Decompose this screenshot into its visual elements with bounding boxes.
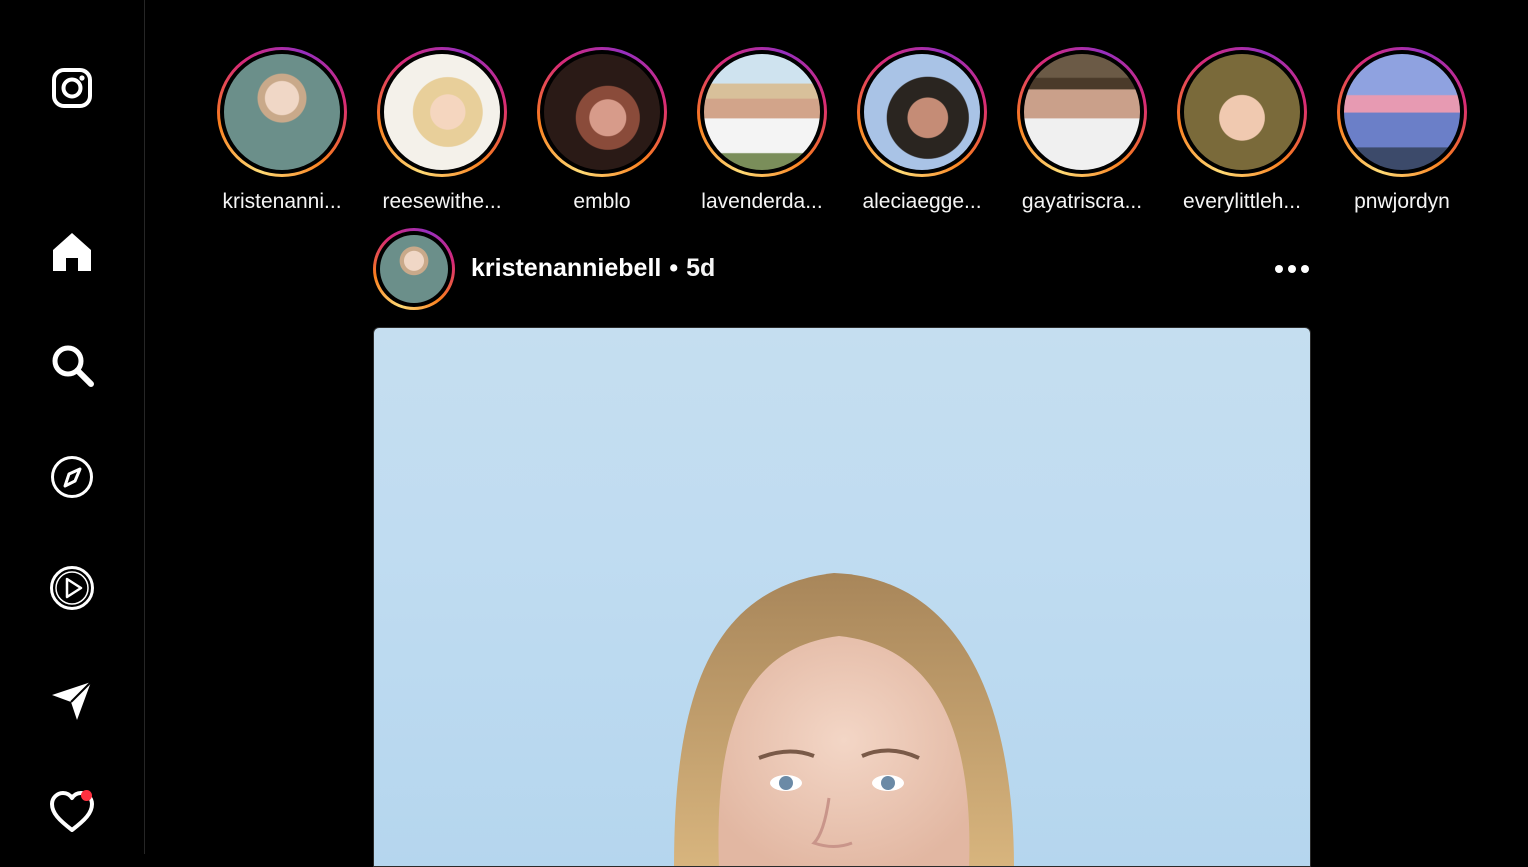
send-icon[interactable] (48, 676, 96, 724)
sidebar-nav (0, 0, 145, 854)
search-icon[interactable] (48, 341, 96, 389)
story-avatar (1024, 54, 1140, 170)
story-ring (1177, 47, 1307, 177)
story-item[interactable]: pnwjordyn (1322, 47, 1482, 222)
post-separator: • (669, 254, 679, 282)
story-item[interactable]: emblo (522, 47, 682, 222)
story-ring (857, 47, 987, 177)
story-ring (697, 47, 827, 177)
story-username: gayatriscra... (1021, 190, 1143, 213)
post-avatar[interactable] (373, 228, 455, 310)
compass-icon[interactable] (48, 453, 96, 501)
story-item[interactable]: gayatriscra... (1002, 47, 1162, 222)
post-meta: kristenanniebell • 5d (471, 254, 715, 283)
story-avatar (224, 54, 340, 170)
instagram-logo-icon[interactable] (48, 64, 96, 112)
story-username: kristenanni... (222, 190, 342, 213)
story-avatar (1184, 54, 1300, 170)
story-avatar (384, 54, 500, 170)
post-photo-illustration (674, 573, 1014, 866)
story-ring (1337, 47, 1467, 177)
story-username: lavenderda... (701, 190, 823, 213)
story-ring (217, 47, 347, 177)
story-username: emblo (573, 190, 631, 213)
story-username: reesewithe... (382, 190, 502, 213)
story-username: aleciaegge... (862, 190, 982, 213)
heart-icon[interactable] (48, 788, 96, 836)
story-avatar (1344, 54, 1460, 170)
story-item[interactable]: kristenanni... (202, 47, 362, 222)
story-avatar (704, 54, 820, 170)
home-icon[interactable] (48, 228, 96, 276)
story-ring (537, 47, 667, 177)
stories-tray: kristenanni... reesewithe... emblo laven… (216, 47, 1476, 222)
notification-badge (81, 790, 92, 801)
story-avatar (864, 54, 980, 170)
story-username: pnwjordyn (1354, 190, 1450, 213)
post-time: 5d (686, 254, 716, 282)
story-ring (1017, 47, 1147, 177)
post-username[interactable]: kristenanniebell (471, 254, 661, 282)
story-avatar (544, 54, 660, 170)
reels-play-icon[interactable] (48, 564, 96, 612)
story-username: everylittleh... (1183, 190, 1301, 213)
post-image[interactable] (373, 327, 1311, 867)
story-item[interactable]: lavenderda... (682, 47, 842, 222)
post-header: kristenanniebell • 5d (373, 228, 1311, 310)
story-item[interactable]: aleciaegge... (842, 47, 1002, 222)
more-dots-icon[interactable] (1273, 250, 1311, 288)
story-ring (377, 47, 507, 177)
story-item[interactable]: everylittleh... (1162, 47, 1322, 222)
story-item[interactable]: reesewithe... (362, 47, 522, 222)
